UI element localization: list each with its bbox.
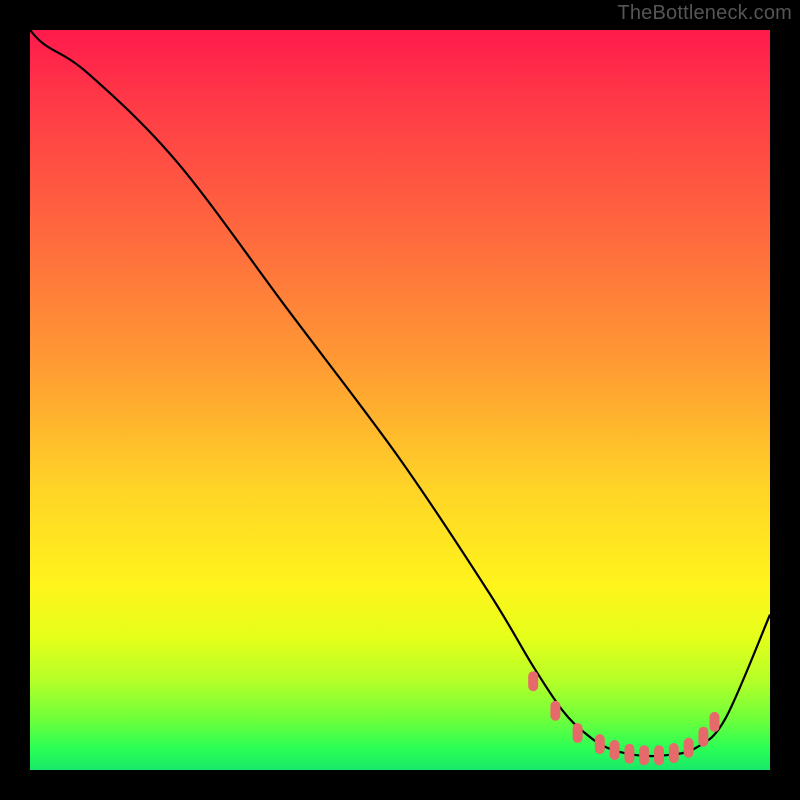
optimal-marker (710, 712, 720, 732)
bottleneck-curve-path (30, 30, 770, 756)
chart-svg (30, 30, 770, 770)
plot-area (30, 30, 770, 770)
optimal-marker (595, 734, 605, 754)
optimal-marker (573, 723, 583, 743)
optimal-marker (550, 701, 560, 721)
optimal-marker (669, 743, 679, 763)
chart-frame: TheBottleneck.com (0, 0, 800, 800)
optimal-marker (528, 671, 538, 691)
optimal-marker (698, 727, 708, 747)
optimal-marker (639, 745, 649, 765)
watermark-text: TheBottleneck.com (617, 2, 792, 25)
optimal-marker (654, 745, 664, 765)
optimal-marker (684, 738, 694, 758)
optimal-marker (610, 740, 620, 760)
optimal-zone-markers (528, 671, 719, 765)
optimal-marker (624, 744, 634, 764)
